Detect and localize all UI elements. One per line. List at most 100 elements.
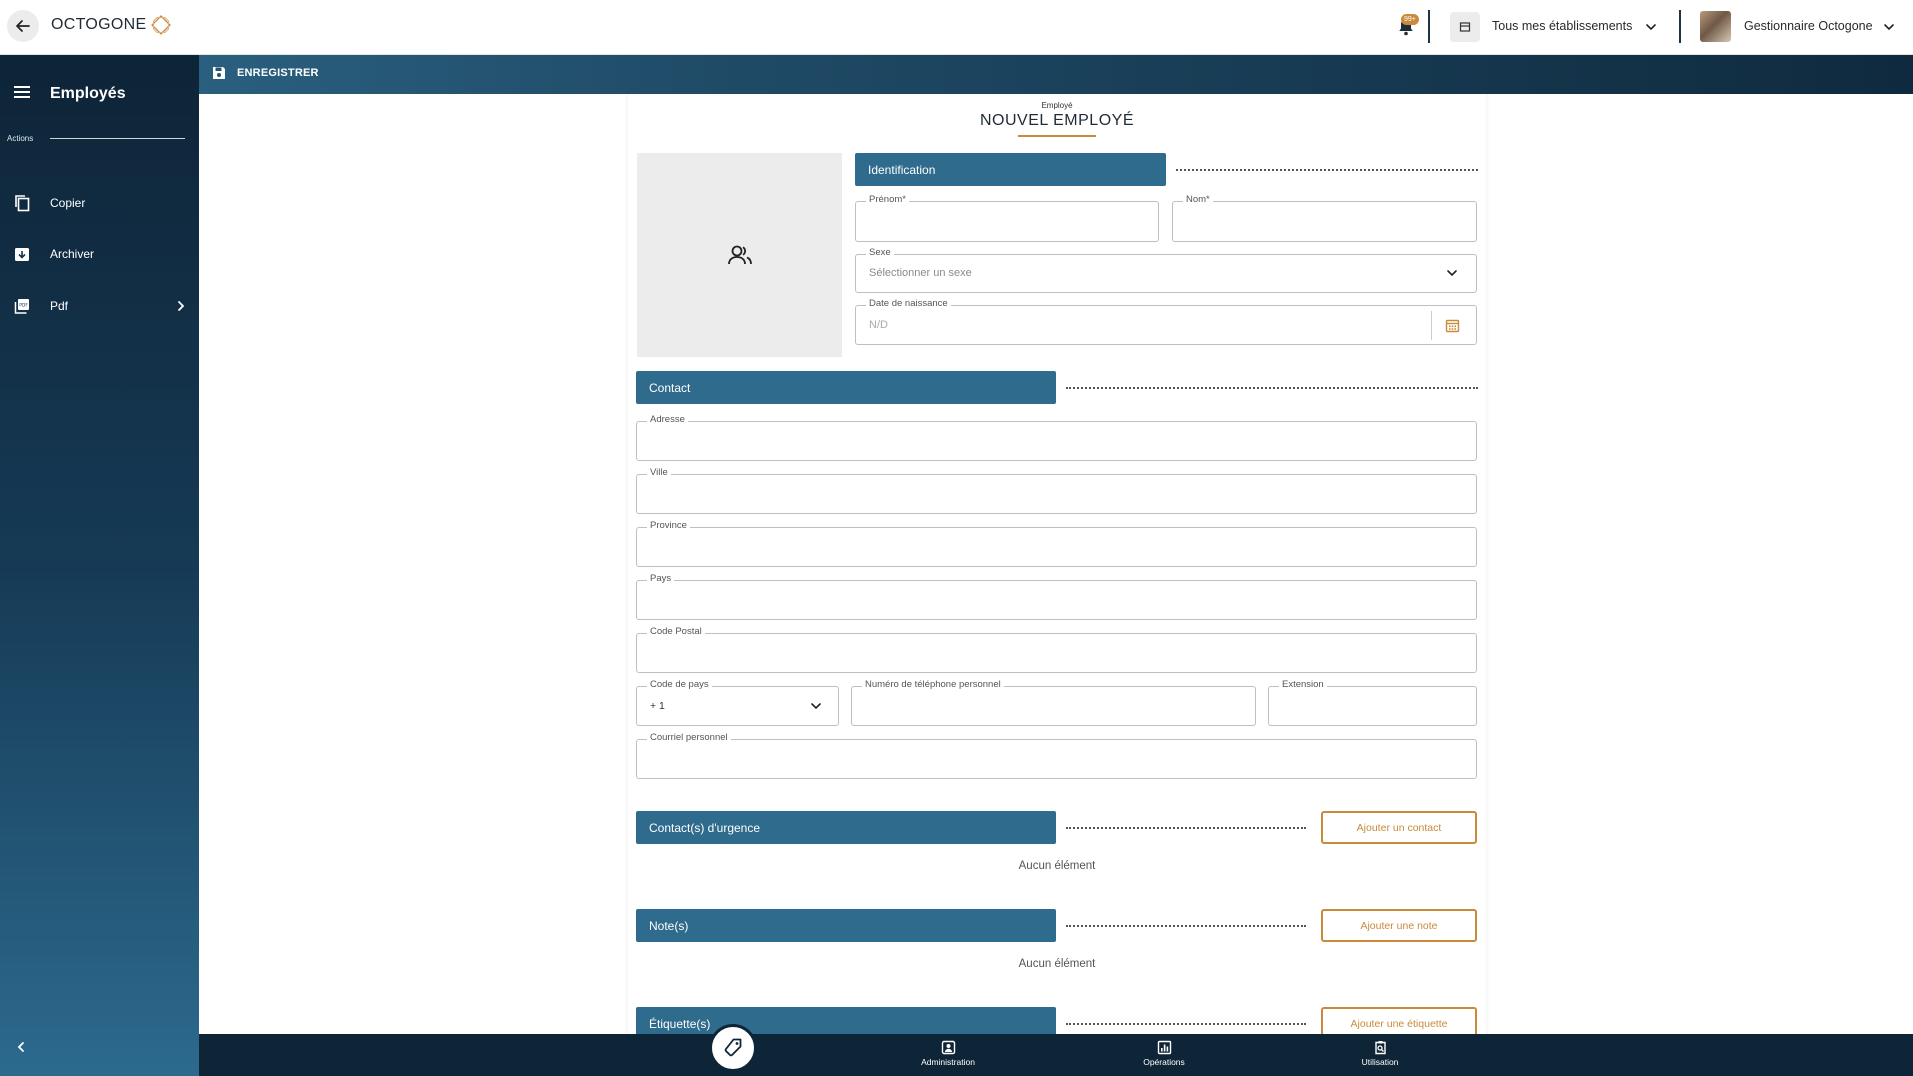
country-code-select[interactable]: Code de pays + 1 xyxy=(636,679,839,726)
email-field[interactable]: Courriel personnel xyxy=(636,732,1477,779)
sidebar-item-copy[interactable]: Copier xyxy=(0,183,199,223)
field-label: Ville xyxy=(647,467,671,479)
field-label: Date de naissance xyxy=(866,298,951,310)
form-title: NOUVEL EMPLOYÉ xyxy=(979,112,1134,129)
archive-icon xyxy=(15,248,29,261)
section-identification: Identification xyxy=(855,153,1166,186)
nav-operations[interactable]: Opérations xyxy=(1104,1040,1224,1067)
sidebar: Employés Actions Copier Archiver PDF Pdf xyxy=(0,55,199,1076)
form-kicker: Employé xyxy=(1041,101,1073,110)
save-icon xyxy=(213,67,225,79)
birth-date-input[interactable]: N/D xyxy=(869,319,888,331)
field-label: Code Postal xyxy=(647,626,705,638)
address-field[interactable]: Adresse xyxy=(636,414,1477,461)
field-label: Province xyxy=(647,520,690,532)
section-emergency-contacts: Contact(s) d'urgence xyxy=(636,811,1056,844)
sidebar-item-pdf[interactable]: PDF Pdf xyxy=(0,286,199,326)
photo-upload[interactable] xyxy=(637,153,842,357)
postal-code-field[interactable]: Code Postal xyxy=(636,626,1477,673)
birth-date-field[interactable]: Date de naissance N/D xyxy=(855,298,1477,345)
chevron-right-icon xyxy=(178,301,185,311)
badge-icon xyxy=(941,1040,955,1055)
back-button[interactable] xyxy=(7,10,39,42)
country-code-value: + 1 xyxy=(650,700,665,712)
nav-label: Utilisation xyxy=(1361,1057,1399,1067)
divider xyxy=(1066,925,1306,927)
field-label: Courriel personnel xyxy=(647,732,731,744)
sidebar-item-label: Copier xyxy=(50,196,86,210)
divider xyxy=(1176,169,1478,171)
establishment-selector-label[interactable]: Tous mes établissements xyxy=(1492,19,1632,33)
empty-state: Aucun élément xyxy=(1018,860,1096,872)
toolbar: ENREGISTRER xyxy=(199,55,1913,94)
country-field[interactable]: Pays xyxy=(636,573,1477,620)
save-button[interactable]: ENREGISTRER xyxy=(211,65,319,81)
extension-field[interactable]: Extension xyxy=(1268,679,1477,726)
section-tags: Étiquette(s) xyxy=(636,1007,1056,1034)
bottom-nav: Administration Opérations Utilisation xyxy=(199,1034,1913,1076)
empty-state: Aucun élément xyxy=(1018,958,1096,970)
main-content[interactable]: Employé NOUVEL EMPLOYÉ Identification Pr… xyxy=(199,94,1913,1034)
last-name-field[interactable]: Nom* xyxy=(1172,194,1477,242)
nav-label: Administration xyxy=(921,1057,975,1067)
chevron-down-icon xyxy=(811,703,821,710)
chevron-down-icon[interactable] xyxy=(1882,20,1896,34)
nav-administration[interactable]: Administration xyxy=(888,1040,1008,1067)
employee-form-card: Employé NOUVEL EMPLOYÉ Identification Pr… xyxy=(628,94,1486,1034)
divider xyxy=(50,138,185,139)
section-contact: Contact xyxy=(636,371,1056,404)
clipboard-search-icon xyxy=(1374,1041,1386,1055)
sidebar-item-label: Archiver xyxy=(50,247,95,261)
notification-badge: 99+ xyxy=(1401,14,1419,25)
chevron-down-icon[interactable] xyxy=(1644,20,1658,34)
avatar[interactable] xyxy=(1700,11,1731,42)
field-label: Pays xyxy=(647,573,675,585)
add-tag-button[interactable]: Ajouter une étiquette xyxy=(1321,1007,1477,1034)
title-underline xyxy=(1018,135,1096,137)
first-name-field[interactable]: Prénom* xyxy=(855,194,1159,242)
divider xyxy=(1428,10,1430,43)
logo-text: OCTOGONE xyxy=(51,16,147,33)
menu-icon[interactable] xyxy=(14,86,30,98)
actions-label: Actions xyxy=(7,134,34,143)
tag-icon xyxy=(724,1038,742,1057)
province-field[interactable]: Province xyxy=(636,520,1477,567)
section-notes: Note(s) xyxy=(636,909,1056,942)
calendar-icon[interactable] xyxy=(1445,318,1460,333)
nav-label: Opérations xyxy=(1143,1057,1185,1067)
tags-fab-button[interactable] xyxy=(709,1024,757,1072)
divider xyxy=(1679,10,1681,43)
field-label: Code de pays xyxy=(647,679,712,691)
add-note-button[interactable]: Ajouter une note xyxy=(1321,909,1477,942)
octagon-logo-icon xyxy=(151,15,172,35)
sidebar-item-archive[interactable]: Archiver xyxy=(0,234,199,274)
chevron-down-icon xyxy=(1447,270,1457,277)
divider xyxy=(1066,1023,1306,1025)
sex-placeholder: Sélectionner un sexe xyxy=(869,267,972,279)
divider xyxy=(1066,387,1478,389)
save-button-label: ENREGISTRER xyxy=(237,67,319,79)
add-contact-button[interactable]: Ajouter un contact xyxy=(1321,811,1477,844)
field-label: Numéro de téléphone personnel xyxy=(862,679,1004,691)
app-logo[interactable]: OCTOGONE xyxy=(51,15,172,35)
divider xyxy=(1431,311,1432,340)
user-menu-label[interactable]: Gestionnaire Octogone xyxy=(1744,19,1873,33)
field-label: Sexe xyxy=(866,247,894,259)
store-icon xyxy=(1459,22,1471,32)
field-label: Nom* xyxy=(1183,194,1213,206)
users-icon xyxy=(727,245,752,265)
nav-utilisation[interactable]: Utilisation xyxy=(1320,1040,1440,1067)
arrow-left-icon xyxy=(16,20,30,32)
field-label: Adresse xyxy=(647,414,688,426)
chevron-left-icon[interactable] xyxy=(14,1040,28,1054)
copy-icon xyxy=(15,195,30,212)
sidebar-item-label: Pdf xyxy=(50,299,69,313)
field-label: Prénom* xyxy=(866,194,909,206)
page-title: Employés xyxy=(50,85,126,102)
city-field[interactable]: Ville xyxy=(636,467,1477,514)
establishment-button[interactable] xyxy=(1450,12,1480,42)
phone-field[interactable]: Numéro de téléphone personnel xyxy=(851,679,1256,726)
top-bar: OCTOGONE 99+ Tous mes établissements Ges… xyxy=(0,0,1913,55)
sex-select[interactable]: Sexe Sélectionner un sexe xyxy=(855,247,1477,293)
pdf-icon: PDF xyxy=(14,299,29,314)
